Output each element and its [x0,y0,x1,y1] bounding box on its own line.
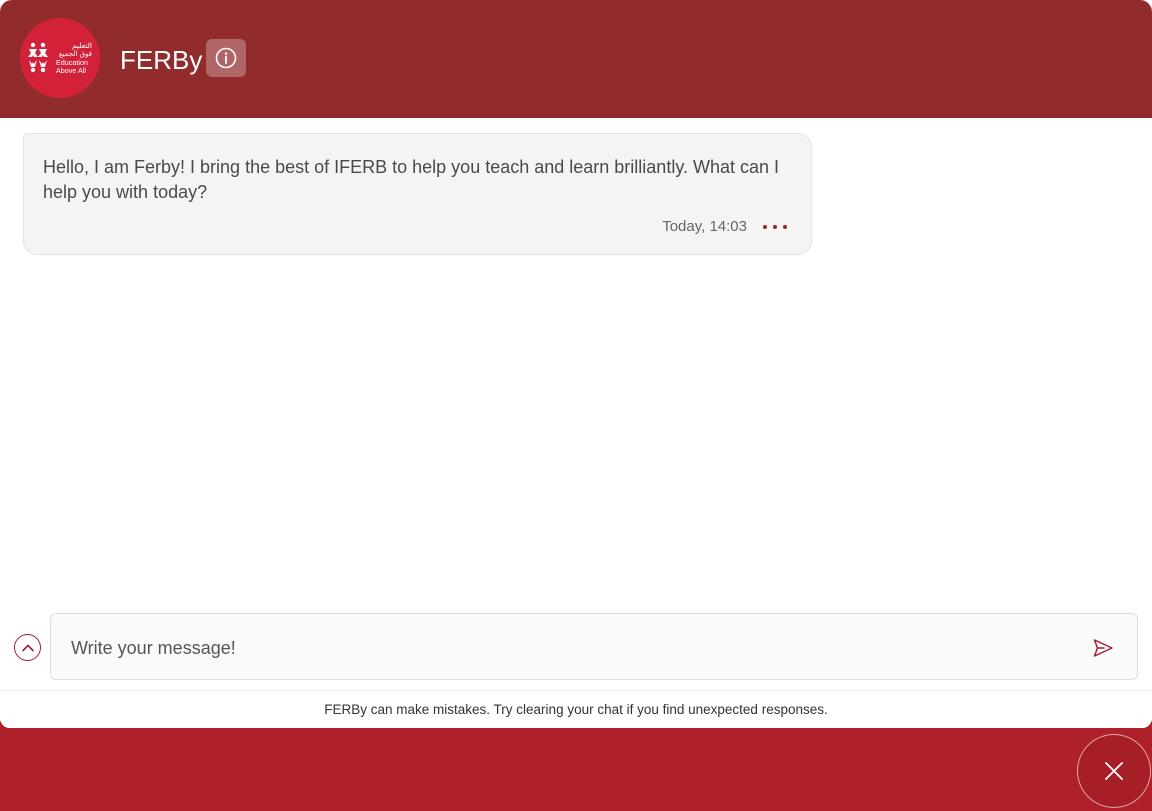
more-icon [763,225,767,229]
message-list: Hello, I am Ferby! I bring the best of I… [0,118,1152,722]
expand-button[interactable] [14,634,41,661]
disclaimer-bar: FERBy can make mistakes. Try clearing yo… [0,690,1152,728]
chat-window: التعليم فوق الجميع Education Above All F… [0,0,1152,728]
message-input-container [50,613,1138,680]
logo: التعليم فوق الجميع Education Above All [20,18,100,98]
close-chat-button[interactable] [1077,734,1151,808]
logo-arabic-line2: فوق الجميع [59,50,92,58]
send-icon [1093,639,1113,657]
bot-name: FERBy [120,45,203,75]
more-icon-dot [773,225,777,229]
info-button[interactable] [206,39,246,77]
logo-text-line2: Above All [56,66,86,75]
more-options-button[interactable] [763,220,787,234]
info-icon [215,47,237,69]
disclaimer-text: FERBy can make mistakes. Try clearing yo… [324,702,828,717]
page: التعليم فوق الجميع Education Above All F… [0,0,1152,811]
bot-message: Hello, I am Ferby! I bring the best of I… [23,133,812,255]
education-above-all-logo: التعليم فوق الجميع Education Above All [28,41,92,75]
message-input[interactable] [71,632,1051,664]
chat-header: التعليم فوق الجميع Education Above All F… [0,0,1152,118]
more-icon-dot [783,225,787,229]
send-button[interactable] [1091,636,1115,660]
close-icon [1105,762,1123,780]
chevron-up-icon [21,644,34,651]
logo-arabic-line1: التعليم [72,41,92,50]
composer [0,604,1152,690]
message-text: Hello, I am Ferby! I bring the best of I… [43,157,780,202]
message-timestamp: Today, 14:03 [662,218,747,235]
